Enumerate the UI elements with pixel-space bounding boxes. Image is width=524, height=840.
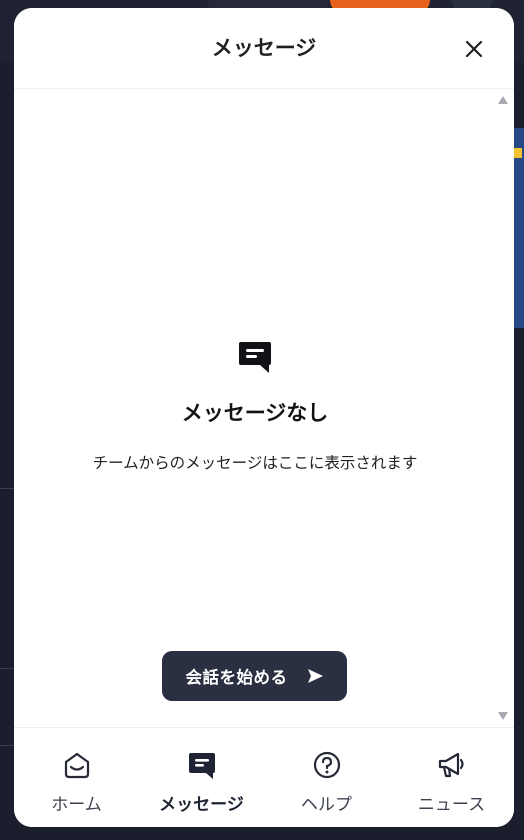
nav-label-home: ホーム (51, 795, 102, 815)
close-icon (465, 40, 483, 58)
scroll-down-arrow-icon[interactable] (498, 711, 508, 721)
message-icon (239, 342, 271, 373)
home-icon (64, 752, 90, 779)
panel-header: メッセージ (14, 8, 514, 89)
nav-label-messages: メッセージ (159, 795, 244, 815)
nav-item-messages[interactable]: メッセージ (139, 728, 264, 827)
start-conversation-label: 会話を始める (185, 668, 288, 687)
nav-item-news[interactable]: ニュース (389, 728, 514, 827)
nav-item-help[interactable]: ヘルプ (264, 728, 389, 827)
nav-label-help: ヘルプ (301, 795, 352, 815)
empty-state: メッセージなし チームからのメッセージはここに表示されます (14, 339, 496, 473)
send-icon (307, 669, 323, 683)
empty-state-title: メッセージなし (181, 401, 329, 425)
scrollbar[interactable] (496, 89, 510, 726)
start-conversation-button[interactable]: 会話を始める (162, 651, 347, 701)
close-button[interactable] (460, 35, 488, 63)
messages-content: メッセージなし チームからのメッセージはここに表示されます 会話を始める (14, 89, 514, 726)
bottom-navigation: ホーム メッセージ ヘルプ ニュース (14, 727, 514, 827)
news-megaphone-icon (438, 752, 464, 778)
nav-item-home[interactable]: ホーム (14, 728, 139, 827)
help-icon (313, 751, 341, 779)
messenger-panel: メッセージ メッセージなし チームからのメッセージはここに表示されます 会話を始… (14, 8, 514, 827)
scroll-up-arrow-icon[interactable] (498, 95, 508, 105)
messages-icon (189, 753, 215, 779)
panel-title: メッセージ (211, 36, 317, 60)
empty-state-description: チームからのメッセージはここに表示されます (92, 454, 418, 472)
nav-label-news: ニュース (417, 795, 486, 815)
